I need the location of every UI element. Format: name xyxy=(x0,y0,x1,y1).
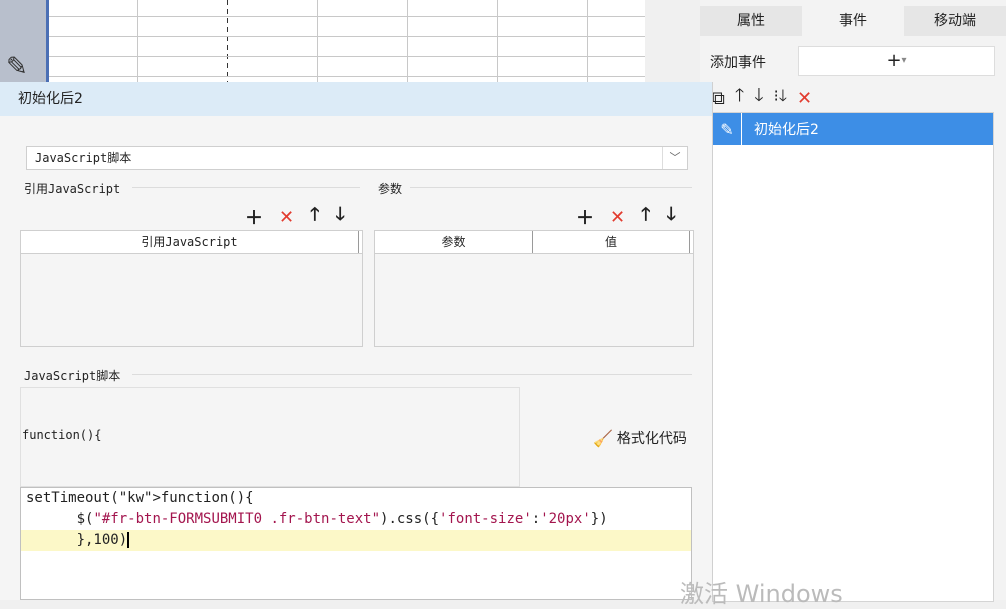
copy-icon[interactable]: ⧉ xyxy=(712,88,725,109)
panel-tabs: 属性 事件 移动端 xyxy=(700,6,1006,36)
arrow-up-icon[interactable]: 🡑 xyxy=(641,202,650,232)
arrow-up-icon[interactable]: 🡑 xyxy=(735,83,744,113)
format-code-label: 格式化代码 xyxy=(616,431,687,447)
ref-js-table[interactable]: 引用JavaScript xyxy=(20,230,363,347)
format-code-button[interactable]: 🧹 格式化代码 xyxy=(593,428,687,448)
script-section-label: JavaScript脚本 xyxy=(24,369,121,383)
arrow-up-icon[interactable]: 🡑 xyxy=(310,202,319,232)
broom-icon: 🧹 xyxy=(593,428,613,448)
chevron-down-icon: ﹀ xyxy=(662,147,687,169)
dialog-title: 初始化后2 xyxy=(0,82,712,116)
windows-watermark: 激活 Windows xyxy=(680,580,843,608)
arrow-down-icon[interactable]: 🡓 xyxy=(754,83,763,113)
tab-mobile[interactable]: 移动端 xyxy=(904,6,1006,36)
event-toolbar: ⧉ 🡑 🡓 ⁝🡓 ✕ xyxy=(712,84,812,112)
add-event-label: 添加事件 xyxy=(710,55,766,71)
plus-icon: + xyxy=(886,50,902,71)
code-line: },100) xyxy=(21,530,691,551)
pencil-icon: ✎ xyxy=(6,52,28,82)
chevron-down-icon: ▾ xyxy=(901,55,907,66)
params-section-label: 参数 xyxy=(378,182,403,196)
params-table[interactable]: 参数 值 xyxy=(374,230,694,347)
ref-js-column-header: 引用JavaScript xyxy=(21,231,359,253)
event-list: ✎ 初始化后2 xyxy=(712,112,994,602)
tab-properties[interactable]: 属性 xyxy=(700,6,802,36)
event-dialog: 初始化后2 JavaScript脚本 ﹀ 引用JavaScript 参数 ＋ ✕… xyxy=(0,82,713,600)
ref-js-section-label: 引用JavaScript xyxy=(24,182,121,196)
tab-events[interactable]: 事件 xyxy=(802,6,904,36)
function-open: function(){ xyxy=(22,428,102,442)
event-item-label: 初始化后2 xyxy=(754,122,819,138)
event-item[interactable]: ✎ 初始化后2 xyxy=(713,113,993,145)
delete-icon[interactable]: ✕ xyxy=(610,207,625,228)
arrow-down-icon[interactable]: 🡓 xyxy=(666,202,675,232)
param-column-header: 参数 xyxy=(375,231,533,253)
edit-icon: ✎ xyxy=(720,119,734,139)
value-column-header: 值 xyxy=(533,231,690,253)
right-panel: 属性 事件 移动端 添加事件 +▾ ⧉ 🡑 🡓 ⁝🡓 ✕ ✎ 初始化后2 xyxy=(700,0,1006,602)
spreadsheet-grid[interactable] xyxy=(46,0,645,82)
sort-down-icon[interactable]: ⁝🡓 xyxy=(774,85,787,112)
arrow-down-icon[interactable]: 🡓 xyxy=(335,202,344,232)
spreadsheet-background xyxy=(0,0,645,82)
script-type-select[interactable]: JavaScript脚本 ﹀ xyxy=(26,146,688,170)
add-icon[interactable]: ＋ xyxy=(576,204,594,230)
params-toolbar: ＋ ✕ 🡑 🡓 xyxy=(576,202,676,232)
code-editor[interactable]: setTimeout("kw">function(){ $("#fr-btn-F… xyxy=(20,487,692,600)
ref-js-toolbar: ＋ ✕ 🡑 🡓 xyxy=(245,202,345,232)
code-line: setTimeout("kw">function(){ xyxy=(26,490,254,506)
delete-icon[interactable]: ✕ xyxy=(279,207,294,228)
delete-icon[interactable]: ✕ xyxy=(797,88,812,109)
code-line: $("#fr-btn-FORMSUBMIT0 .fr-btn-text").cs… xyxy=(26,511,608,527)
script-type-value: JavaScript脚本 xyxy=(35,151,132,165)
add-icon[interactable]: ＋ xyxy=(245,204,263,230)
add-event-button[interactable]: +▾ xyxy=(798,46,995,76)
